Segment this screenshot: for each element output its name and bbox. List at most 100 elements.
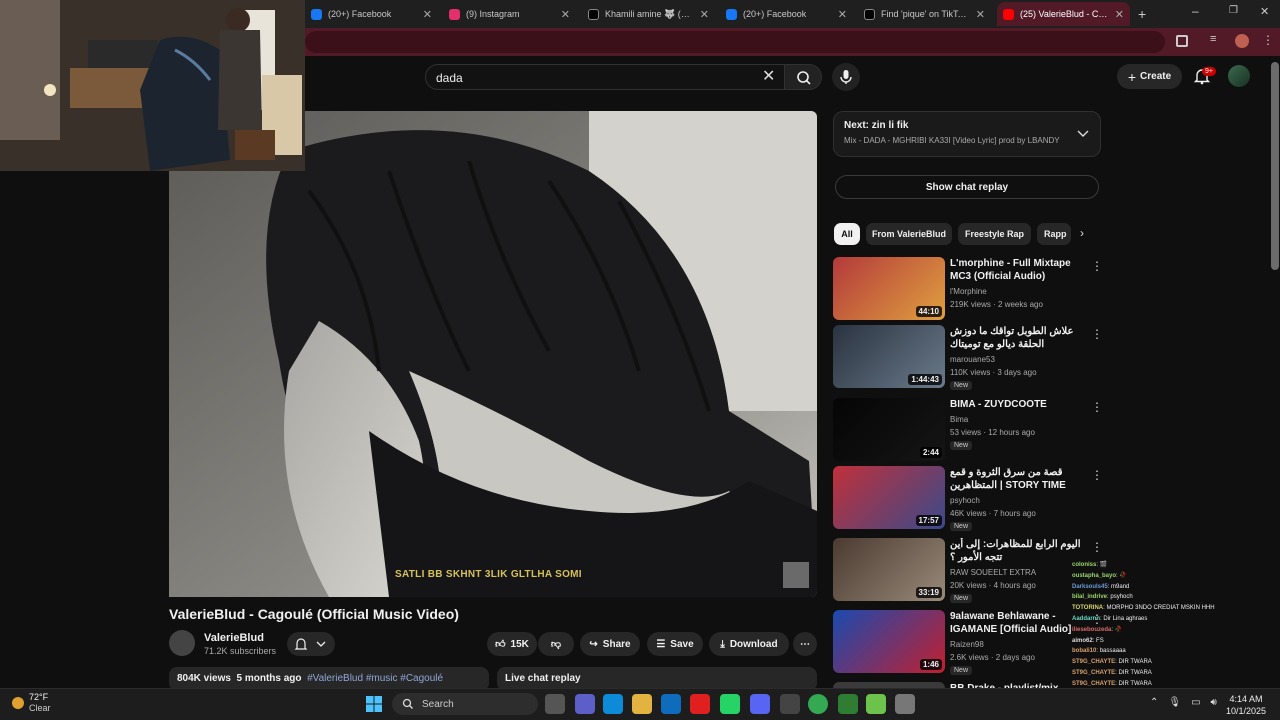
chevron-up-icon[interactable]: ⌃	[1150, 697, 1158, 708]
hashtags[interactable]: #ValerieBlud #music #Cagoulé	[307, 673, 443, 684]
system-clock[interactable]: 4:14 AM 10/1/2025	[1226, 693, 1266, 717]
video-title[interactable]: L'morphine - Full Mixtape MC3 (Official …	[950, 257, 1090, 283]
network-icon[interactable]: ▭	[1191, 697, 1200, 708]
video-channel[interactable]: Bima	[950, 415, 968, 424]
video-title[interactable]: 9alawane Behlawane - IGAMANE [Official A…	[950, 610, 1090, 636]
next-in-mix-card[interactable]: Next: zin li fik Mix - DADA - MGHRIBI KA…	[833, 111, 1101, 157]
video-channel[interactable]: psyhoch	[950, 496, 980, 505]
start-button[interactable]	[366, 696, 382, 712]
video-thumbnail[interactable]: 1:46	[833, 610, 945, 673]
chrome-icon[interactable]	[808, 694, 828, 714]
minimize-icon[interactable]: –	[1192, 4, 1199, 18]
voice-search-button[interactable]	[832, 63, 860, 91]
more-options-icon[interactable]: ⋮	[1091, 540, 1103, 554]
outlook-icon[interactable]	[661, 694, 681, 714]
url-input[interactable]	[305, 31, 1165, 53]
close-window-icon[interactable]: ✕	[1260, 5, 1269, 18]
channel-avatar[interactable]	[169, 630, 195, 656]
channel-name[interactable]: ValerieBlud	[204, 632, 264, 644]
video-thumbnail[interactable]: 17:57	[833, 466, 945, 529]
profile-icon[interactable]	[1235, 34, 1249, 48]
browser-tab[interactable]: (20+) Facebook ✕	[720, 2, 853, 26]
chip-rapp[interactable]: Rapp	[1037, 223, 1071, 245]
search-query-text: dada	[436, 71, 463, 85]
like-button[interactable]: 👍︎ 15K	[487, 632, 537, 656]
browser-tab[interactable]: (9) Instagram ✕	[443, 2, 576, 26]
search-button[interactable]	[784, 64, 822, 90]
more-options-icon[interactable]: ⋮	[1091, 327, 1103, 341]
save-button[interactable]: ☰ Save	[647, 632, 703, 656]
browser-tab[interactable]: Find 'pique' on TikTok | TikTok ✕	[858, 2, 991, 26]
recommended-video[interactable]: 44:10 L'morphine - Full Mixtape MC3 (Offi…	[833, 257, 1103, 321]
discord-icon[interactable]	[750, 694, 770, 714]
new-tab-button[interactable]: +	[1138, 6, 1146, 22]
system-tray[interactable]: ⌃ 🎙︎ ▭ 🔊︎	[1150, 697, 1217, 708]
video-title[interactable]: قصة من سرق الثروة و قمع المتظاهرين | STO…	[950, 466, 1090, 492]
dislike-button[interactable]: 👎︎	[538, 632, 574, 656]
more-options-icon[interactable]: ⋮	[1091, 259, 1103, 273]
video-channel[interactable]: l'Morphine	[950, 287, 987, 296]
video-channel[interactable]: Raizen98	[950, 640, 984, 649]
browser-tab[interactable]: (25) ValerieBlud - Cagoulé ✕	[997, 2, 1130, 26]
user-avatar[interactable]	[1228, 65, 1250, 87]
microphone-icon[interactable]: 🎙︎	[1168, 697, 1181, 708]
video-thumbnail[interactable]: 1:44:43	[833, 325, 945, 388]
close-tab-icon[interactable]: ✕	[838, 8, 847, 21]
file-explorer-icon[interactable]	[632, 694, 652, 714]
whatsapp-icon[interactable]	[720, 694, 740, 714]
recommended-video[interactable]: 1:46 9alawane Behlawane - IGAMANE [Offici…	[833, 610, 1103, 675]
video-channel[interactable]: RAW SOUEELT EXTRA	[950, 568, 1036, 577]
clear-search-icon[interactable]: ✕	[762, 66, 775, 86]
recommended-video[interactable]: 17:57 قصة من سرق الثروة و قمع المتظاهرين …	[833, 466, 1103, 531]
video-player[interactable]	[169, 111, 817, 597]
close-tab-icon[interactable]: ✕	[976, 8, 985, 21]
close-tab-icon[interactable]: ✕	[561, 8, 570, 21]
subscribe-notification-button[interactable]	[287, 632, 335, 656]
recommended-video[interactable]: 1:44:43 علاش الطوبل تواقك ما دوزش الحلقة …	[833, 325, 1103, 390]
search-input[interactable]: dada	[425, 64, 785, 90]
close-tab-icon[interactable]: ✕	[1115, 8, 1124, 21]
recommended-video[interactable]: 33:19 اليوم الرابع للمظاهرات: إلى أين تتج…	[833, 538, 1103, 603]
show-chat-replay-button[interactable]: Show chat replay	[835, 175, 1099, 199]
obs-icon[interactable]	[780, 694, 800, 714]
edge-icon[interactable]	[603, 694, 623, 714]
chip-all[interactable]: All	[834, 223, 860, 245]
video-thumbnail[interactable]: 33:19	[833, 538, 945, 601]
download-button[interactable]: ⤓ Download	[709, 632, 789, 656]
video-title[interactable]: اليوم الرابع للمظاهرات: إلى أين تتجه الأ…	[950, 538, 1090, 564]
media-control-icon[interactable]: ≡	[1210, 33, 1216, 45]
weather-widget[interactable]: 72°F Clear	[12, 692, 51, 714]
create-button[interactable]: + Create	[1117, 64, 1182, 89]
video-thumbnail[interactable]: 2:44	[833, 398, 945, 461]
stream-app-icon[interactable]	[866, 694, 886, 714]
share-button[interactable]: ↪ Share	[580, 632, 640, 656]
more-options-icon[interactable]: ⋮	[1091, 468, 1103, 482]
page-scrollbar[interactable]	[1271, 62, 1279, 270]
chip-freestyle-rap[interactable]: Freestyle Rap	[958, 223, 1031, 245]
recommended-video[interactable]: 2:44 BIMA - ZUYDCOOTE Bima 53 views · 12 ho…	[833, 398, 1103, 462]
like-count: 15K	[510, 638, 529, 650]
chevron-right-icon[interactable]: ›	[1080, 226, 1084, 240]
video-title[interactable]: علاش الطوبل تواقك ما دوزش الحلقة ديالو م…	[950, 325, 1090, 351]
volume-icon[interactable]: 🔊︎	[1211, 697, 1217, 708]
notes-icon[interactable]	[838, 694, 858, 714]
taskbar-search[interactable]: Search	[392, 693, 538, 715]
chip-from-channel[interactable]: From ValerieBlud	[866, 223, 952, 245]
maximize-icon[interactable]: ❐	[1229, 5, 1238, 16]
browser-tab[interactable]: (20+) Facebook ✕	[305, 2, 438, 26]
close-tab-icon[interactable]: ✕	[423, 8, 432, 21]
more-actions-button[interactable]: ⋯	[793, 632, 817, 656]
video-channel[interactable]: marouane53	[950, 355, 995, 364]
close-tab-icon[interactable]: ✕	[700, 8, 709, 21]
extensions-icon[interactable]	[1176, 35, 1188, 47]
video-title[interactable]: BIMA - ZUYDCOOTE	[950, 398, 1090, 411]
browser-menu-icon[interactable]: ⋮	[1262, 33, 1274, 47]
teams-icon[interactable]	[575, 694, 595, 714]
video-thumbnail[interactable]: 44:10	[833, 257, 945, 320]
settings-icon[interactable]	[895, 694, 915, 714]
task-view-icon[interactable]	[545, 694, 565, 714]
more-options-icon[interactable]: ⋮	[1091, 400, 1103, 414]
chat-text: m9and	[1111, 583, 1130, 590]
youtube-app-icon[interactable]	[690, 694, 710, 714]
browser-tab[interactable]: Khamili amine 🐺 (@khamili_amine) ✕	[582, 2, 715, 26]
